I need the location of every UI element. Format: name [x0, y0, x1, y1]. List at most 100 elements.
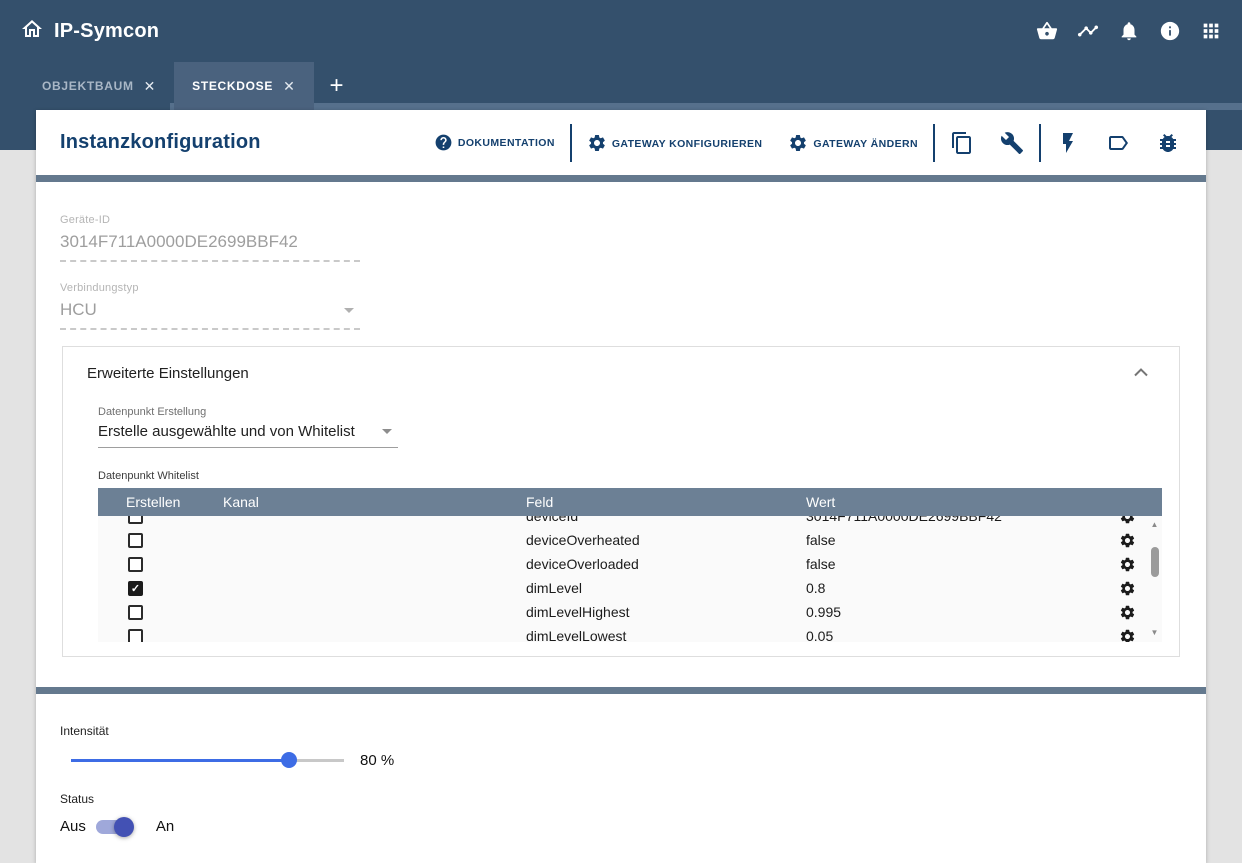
toolbar: DOKUMENTATION GATEWAY KONFIGURIEREN GATE… — [434, 124, 1180, 162]
toolbar-divider — [570, 124, 572, 162]
documentation-button[interactable]: DOKUMENTATION — [434, 133, 555, 152]
column-header-kanal: Kanal — [223, 494, 526, 510]
column-header-wert: Wert — [806, 494, 1162, 510]
shopping-basket-icon[interactable] — [1036, 20, 1058, 42]
datapoint-creation-select[interactable]: Erstelle ausgewählte und von Whitelist — [98, 418, 398, 448]
toggle-thumb[interactable] — [114, 817, 134, 837]
connection-type-select: HCU — [60, 294, 360, 330]
scrollbar-thumb[interactable] — [1151, 547, 1159, 577]
cell-feld: deviceId — [526, 516, 806, 524]
row-checkbox[interactable] — [128, 533, 143, 548]
advanced-settings-panel: Erweiterte Einstellungen Datenpunkt Erst… — [62, 346, 1180, 657]
flash-icon[interactable] — [1056, 131, 1080, 155]
instance-configuration-card: Instanzkonfiguration DOKUMENTATION GATEW… — [36, 110, 1206, 863]
table-row: dimLevelHighest0.995 — [98, 600, 1162, 624]
close-icon[interactable] — [283, 78, 295, 95]
table-row: deviceId3014F711A0000DE2699BBF42 — [98, 516, 1162, 528]
whitelist-label: Datenpunkt Whitelist — [98, 470, 1179, 482]
row-checkbox[interactable] — [128, 557, 143, 572]
app-title: IP-Symcon — [54, 20, 159, 43]
connection-type-field: Verbindungstyp HCU — [60, 282, 360, 330]
status-on-label: An — [156, 818, 174, 835]
documentation-label: DOKUMENTATION — [458, 137, 555, 152]
cell-feld: dimLevel — [526, 580, 806, 596]
datapoint-creation-label: Datenpunkt Erstellung — [98, 406, 398, 418]
tab-bar: OBJEKTBAUM STECKDOSE — [0, 62, 1242, 110]
table-row: dimLevelLowest0.05 — [98, 624, 1162, 642]
column-header-feld: Feld — [526, 494, 806, 510]
tab-objektbaum[interactable]: OBJEKTBAUM — [24, 62, 174, 110]
section-divider — [36, 687, 1206, 694]
timeline-icon[interactable] — [1077, 20, 1099, 42]
intensity-label: Intensität — [60, 724, 1206, 738]
intensity-slider[interactable] — [71, 752, 344, 768]
connection-type-label: Verbindungstyp — [60, 282, 360, 294]
row-checkbox[interactable] — [128, 605, 143, 620]
gateway-configure-button[interactable]: GATEWAY KONFIGURIEREN — [587, 133, 763, 153]
status-control: Status Aus An — [60, 792, 1206, 835]
whitelist-rows: deviceId3014F711A0000DE2699BBF42deviceOv… — [98, 516, 1162, 642]
wrench-icon[interactable] — [1000, 131, 1024, 155]
row-checkbox[interactable] — [128, 516, 143, 524]
cell-wert: 0.05 — [806, 628, 1105, 642]
row-checkbox[interactable] — [128, 581, 143, 596]
tab-label: STECKDOSE — [192, 79, 273, 93]
gateway-change-button[interactable]: GATEWAY ÄNDERN — [788, 133, 918, 153]
toolbar-divider — [933, 124, 935, 162]
datapoint-creation-field: Datenpunkt Erstellung Erstelle ausgewähl… — [98, 406, 398, 448]
status-off-label: Aus — [60, 818, 86, 835]
table-row: dimLevel0.8 — [98, 576, 1162, 600]
chevron-down-icon — [344, 308, 354, 313]
chevron-down-icon — [382, 429, 392, 434]
slider-fill — [71, 759, 289, 762]
cell-wert: 0.8 — [806, 580, 1105, 596]
scroll-down-icon[interactable] — [1151, 627, 1159, 639]
table-header: Erstellen Kanal Feld Wert — [98, 488, 1162, 516]
label-icon[interactable] — [1106, 131, 1130, 155]
cell-wert: 0.995 — [806, 604, 1105, 620]
row-checkbox[interactable] — [128, 629, 143, 643]
cell-feld: deviceOverloaded — [526, 556, 806, 572]
advanced-settings-title: Erweiterte Einstellungen — [87, 365, 1179, 382]
device-id-field: Geräte-ID 3014F711A0000DE2699BBF42 — [60, 214, 360, 262]
device-controls: Intensität 80 % Status Aus An — [60, 724, 1206, 835]
brand[interactable]: IP-Symcon — [20, 17, 159, 46]
cell-feld: deviceOverheated — [526, 532, 806, 548]
collapse-chevron-up-icon[interactable] — [1133, 364, 1149, 382]
gateway-change-label: GATEWAY ÄNDERN — [813, 138, 918, 153]
page-title: Instanzkonfiguration — [60, 131, 261, 154]
slider-thumb[interactable] — [281, 752, 297, 768]
cell-wert: false — [806, 556, 1105, 572]
status-toggle[interactable] — [96, 820, 132, 834]
gateway-configure-label: GATEWAY KONFIGURIEREN — [612, 138, 763, 153]
cell-wert: false — [806, 532, 1105, 548]
section-divider — [36, 175, 1206, 182]
gear-icon — [788, 133, 808, 153]
table-body: deviceId3014F711A0000DE2699BBF42deviceOv… — [98, 516, 1162, 642]
toolbar-divider — [1039, 124, 1041, 162]
tab-label: OBJEKTBAUM — [42, 79, 134, 93]
gear-icon — [587, 133, 607, 153]
column-header-erstellen: Erstellen — [126, 494, 223, 510]
notifications-icon[interactable] — [1118, 20, 1140, 42]
add-tab-icon[interactable] — [330, 72, 344, 100]
copy-icon[interactable] — [950, 131, 974, 155]
intensity-value: 80 % — [360, 752, 394, 769]
tab-steckdose[interactable]: STECKDOSE — [174, 62, 313, 110]
cell-feld: dimLevelLowest — [526, 628, 806, 642]
intensity-control: Intensität 80 % — [60, 724, 1206, 768]
cell-feld: dimLevelHighest — [526, 604, 806, 620]
bug-icon[interactable] — [1156, 131, 1180, 155]
whitelist-table: Erstellen Kanal Feld Wert deviceId3014F7… — [98, 488, 1162, 642]
table-row: deviceOverloadedfalse — [98, 552, 1162, 576]
close-icon[interactable] — [144, 78, 156, 95]
help-icon — [434, 133, 453, 152]
scroll-up-icon[interactable] — [1151, 519, 1159, 531]
active-tab-strip — [170, 103, 1242, 110]
info-icon[interactable] — [1159, 20, 1181, 42]
table-row: deviceOverheatedfalse — [98, 528, 1162, 552]
home-icon[interactable] — [20, 17, 44, 46]
apps-grid-icon[interactable] — [1200, 20, 1222, 42]
table-scrollbar[interactable] — [1147, 516, 1162, 642]
device-id-label: Geräte-ID — [60, 214, 360, 226]
